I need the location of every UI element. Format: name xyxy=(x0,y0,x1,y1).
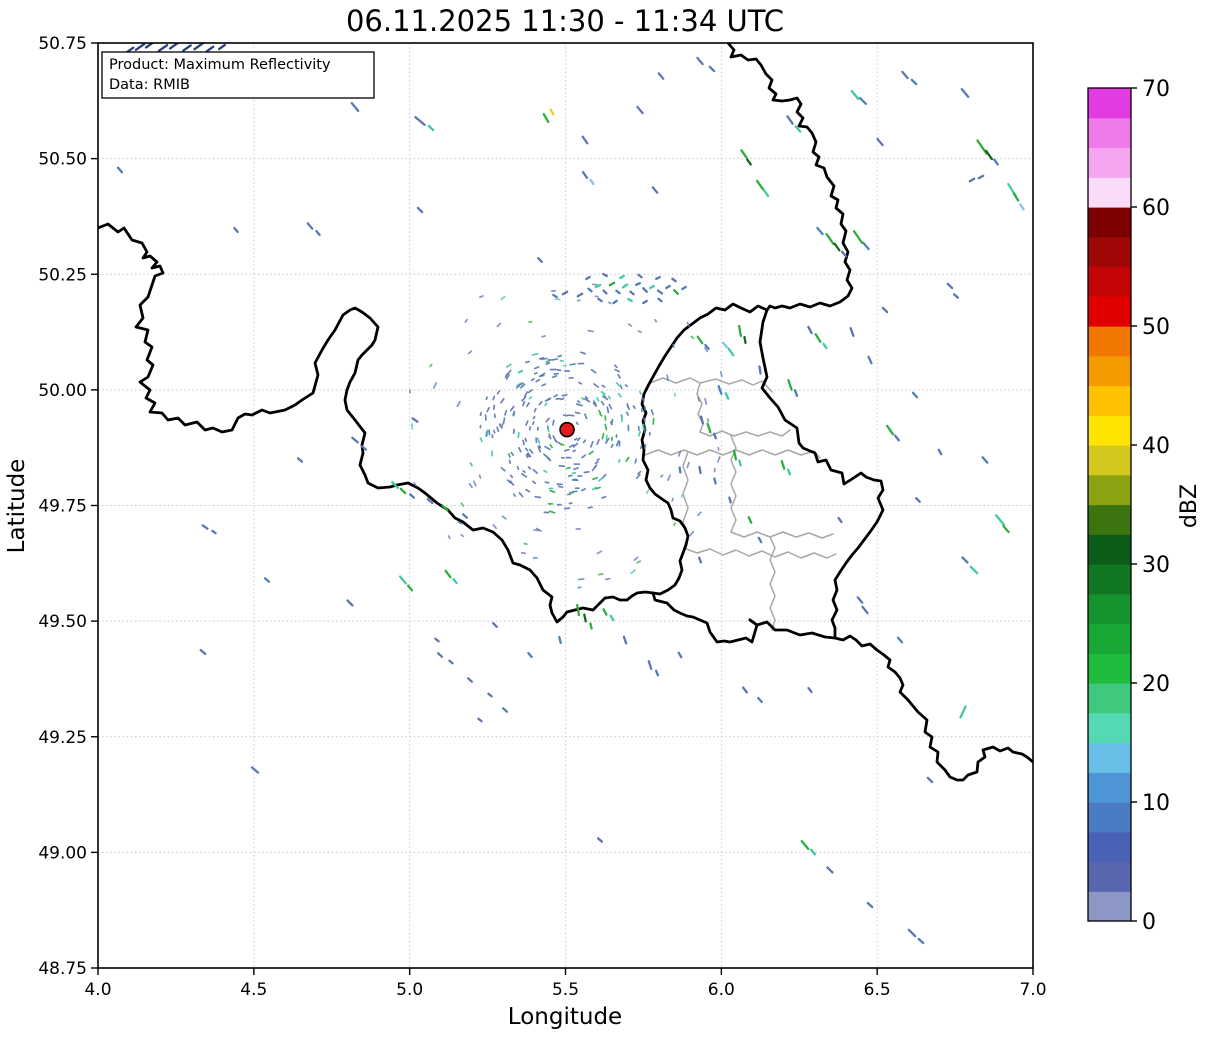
x-tick-label: 6.0 xyxy=(708,980,735,1000)
y-tick-label: 48.75 xyxy=(38,959,87,979)
y-tick-label: 50.25 xyxy=(38,265,87,285)
x-tick-label: 7.0 xyxy=(1019,980,1046,1000)
colorbar-tick-label: 10 xyxy=(1142,791,1170,816)
figure-background xyxy=(0,0,1219,1040)
chart-title: 06.11.2025 11:30 - 11:34 UTC xyxy=(346,4,784,38)
colorbar-tick-label: 0 xyxy=(1142,910,1156,935)
y-tick-label: 49.75 xyxy=(38,497,87,517)
colorbar-tick-label: 70 xyxy=(1142,77,1170,102)
x-tick-label: 4.0 xyxy=(84,980,111,1000)
y-tick-label: 49.00 xyxy=(38,843,87,863)
x-tick-label: 5.5 xyxy=(552,980,579,1000)
radar-site-marker xyxy=(560,423,574,437)
y-tick-label: 49.50 xyxy=(38,612,87,632)
x-tick-label: 4.5 xyxy=(240,980,267,1000)
product-annotation-box: Product: Maximum Reflectivity Data: RMIB xyxy=(102,52,374,98)
x-axis-label: Longitude xyxy=(508,1004,622,1030)
colorbar-tick-label: 20 xyxy=(1142,672,1170,697)
annotation-data-line: Data: RMIB xyxy=(109,77,190,93)
y-tick-label: 50.75 xyxy=(38,34,87,54)
colorbar-tick-label: 50 xyxy=(1142,315,1170,340)
x-tick-label: 5.0 xyxy=(396,980,423,1000)
radar-figure: 06.11.2025 11:30 - 11:34 UTC 4.0 4.5 5.0 5.… xyxy=(0,0,1219,1040)
colorbar-tick-label: 40 xyxy=(1142,434,1170,459)
y-tick-label: 50.50 xyxy=(38,150,87,170)
y-axis-label: Latitude xyxy=(4,459,30,554)
colorbar-tick-label: 30 xyxy=(1142,553,1170,578)
annotation-product-line: Product: Maximum Reflectivity xyxy=(109,57,331,73)
colorbar-units-label: dBZ xyxy=(1177,484,1202,528)
colorbar-segments xyxy=(1088,88,1131,922)
colorbar-tick-label: 60 xyxy=(1142,196,1170,221)
x-tick-label: 6.5 xyxy=(864,980,891,1000)
y-tick-label: 50.00 xyxy=(38,381,87,401)
radar-reflectivity-chart: 06.11.2025 11:30 - 11:34 UTC 4.0 4.5 5.0 5.… xyxy=(0,0,1219,1040)
y-tick-label: 49.25 xyxy=(38,728,87,748)
